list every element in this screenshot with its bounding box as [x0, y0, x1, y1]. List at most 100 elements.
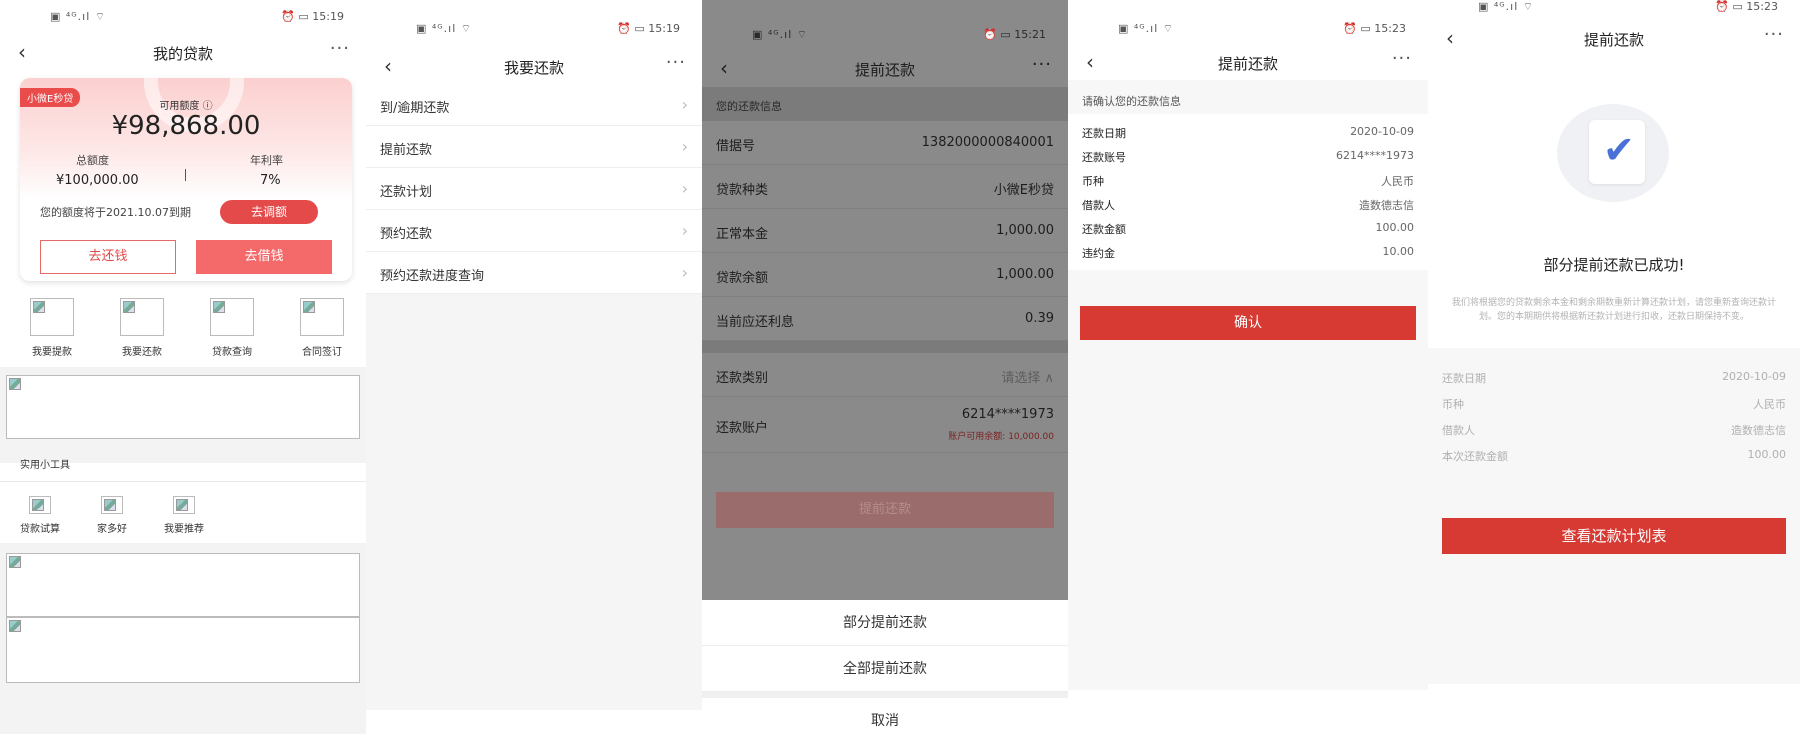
- more-icon[interactable]: ···: [1764, 24, 1784, 45]
- broken-image-icon: [29, 496, 51, 514]
- success-description: 我们将根据您的贷款剩余本金和剩余期数重新计算还款计划，请您重新查询还款计划。您的…: [1451, 298, 1776, 322]
- list-item[interactable]: 到/逾期还款 ›: [366, 84, 702, 126]
- signal-icon: ▣ ⁴ᴳ.ıl ⌔: [1118, 22, 1175, 35]
- status-bar: ▣ ⁴ᴳ.ıl ⌔ ⏰ ▭ 15:21: [702, 22, 1068, 46]
- bottom-strip: [366, 710, 702, 734]
- chevron-right-icon: ›: [681, 137, 688, 156]
- section-title: 您的还款信息: [702, 87, 1068, 121]
- available-label: 可用额度 ⓘ: [159, 101, 213, 112]
- banner-image[interactable]: [6, 375, 360, 439]
- sheet-option-partial[interactable]: 部分提前还款: [702, 600, 1068, 646]
- quick-actions: 我要提款 我要还款 贷款查询 合同签订: [0, 298, 366, 358]
- repay-menu-list: 到/逾期还款 › 提前还款 › 还款计划 › 预约还款 › 预约还款进度查询 ›: [366, 84, 702, 294]
- view-repay-plan-button[interactable]: 查看还款计划表: [1442, 518, 1786, 554]
- broken-image-icon: [210, 298, 254, 336]
- info-row: 贷款余额 1,000.00: [702, 253, 1068, 297]
- confirm-button[interactable]: 确认: [1080, 306, 1416, 340]
- page-title: 我的贷款: [152, 45, 213, 63]
- chevron-right-icon: ›: [681, 221, 688, 240]
- expiry-text: 您的额度将于2021.10.07到期: [40, 206, 191, 219]
- chevron-right-icon: ›: [681, 179, 688, 198]
- info-row: 币种 人民币: [1442, 398, 1786, 411]
- broken-image-icon: [7, 618, 23, 634]
- more-icon[interactable]: ···: [1392, 48, 1412, 69]
- divider: [702, 341, 1068, 353]
- tool-recommend[interactable]: 我要推荐: [154, 496, 214, 535]
- navbar: ‹ 我要还款 ···: [366, 48, 702, 84]
- quick-action-withdraw[interactable]: 我要提款: [12, 298, 92, 358]
- result-info: 还款日期 2020-10-09 币种 人民币 借款人 造数德志信 本次还款金额 100.…: [1428, 364, 1800, 468]
- more-icon[interactable]: ···: [330, 38, 350, 59]
- quick-action-contract[interactable]: 合同签订: [282, 298, 362, 358]
- status-time: ⏰ ▭ 15:23: [1343, 22, 1406, 35]
- list-item[interactable]: 预约还款 ›: [366, 210, 702, 252]
- adjust-limit-button[interactable]: 去调额: [220, 200, 318, 224]
- page-title: 我要还款: [503, 59, 564, 77]
- page-title: 提前还款: [1217, 55, 1278, 73]
- chevron-up-icon: ∧: [1044, 371, 1054, 386]
- screen-my-loan: ▣ ⁴ᴳ.ıl ⌔ ⏰ ▭ 15:19 ‹ 我的贷款 ··· 小微E秒贷 可用额…: [0, 0, 366, 734]
- repay-type-select[interactable]: 还款类别 请选择 ∧: [702, 353, 1068, 397]
- info-row: 借款人 造数德志信: [1442, 424, 1786, 437]
- broken-image-icon: [7, 376, 23, 392]
- screen-early-repay-form: ▣ ⁴ᴳ.ıl ⌔ ⏰ ▭ 15:21 ‹ 提前还款 ··· 您的还款信息 借据…: [702, 0, 1068, 734]
- info-row: 贷款种类 小微E秒贷: [702, 165, 1068, 209]
- quick-action-repay[interactable]: 我要还款: [102, 298, 182, 358]
- banner-image[interactable]: [6, 553, 360, 617]
- status-bar: ▣ ⁴ᴳ.ıl ⌔ ⏰ ▭ 15:23: [1068, 0, 1428, 44]
- early-repay-submit-button[interactable]: 提前还款: [716, 492, 1054, 528]
- divider: [0, 481, 366, 482]
- signal-icon: ▣ ⁴ᴳ.ıl ⌔: [50, 10, 107, 23]
- signal-icon: ▣ ⁴ᴳ.ıl ⌔: [1478, 0, 1535, 13]
- divider: [185, 169, 186, 181]
- info-row: 还款账号 6214****1973: [1082, 149, 1414, 164]
- navbar: ‹ 提前还款 ···: [1428, 20, 1800, 56]
- available-amount: ¥98,868.00: [111, 111, 261, 141]
- list-item[interactable]: 预约还款进度查询 ›: [366, 252, 702, 294]
- info-row: 还款金额 100.00: [1082, 221, 1414, 236]
- repay-account-row[interactable]: 还款账户 6214****1973 账户可用余额: 10,000.00: [702, 397, 1068, 453]
- quick-action-loan-query[interactable]: 贷款查询: [192, 298, 272, 358]
- sheet-option-full[interactable]: 全部提前还款: [702, 646, 1068, 692]
- confirm-info: 还款日期 2020-10-09 还款账号 6214****1973 币种 人民币 借款…: [1068, 114, 1428, 270]
- status-bar: ▣ ⁴ᴳ.ıl ⌔ ⏰ ▭ 15:23: [1428, 0, 1800, 18]
- success-illustration: ✔: [1557, 104, 1669, 202]
- navbar: ‹ 提前还款 ···: [1068, 44, 1428, 80]
- tool-jiaduohao[interactable]: 家多好: [82, 496, 142, 535]
- broken-image-icon: [7, 554, 23, 570]
- screen-confirm-repay: ▣ ⁴ᴳ.ıl ⌔ ⏰ ▭ 15:23 ‹ 提前还款 ··· 请确认您的还款信息…: [1068, 0, 1428, 734]
- navbar: ‹ 提前还款 ···: [702, 50, 1068, 86]
- tools-title: 实用小工具: [20, 460, 70, 471]
- action-sheet: 部分提前还款 全部提前还款 取消: [702, 600, 1068, 734]
- list-item[interactable]: 还款计划 ›: [366, 168, 702, 210]
- info-row: 违约金 10.00: [1082, 245, 1414, 260]
- sheet-cancel-button[interactable]: 取消: [702, 698, 1068, 734]
- repay-info: 借据号 1382000000840001 贷款种类 小微E秒贷 正常本金 1,000.…: [702, 121, 1068, 453]
- screen-repay-menu: ▣ ⁴ᴳ.ıl ⌔ ⏰ ▭ 15:19 ‹ 我要还款 ··· 到/逾期还款 › 提…: [366, 0, 702, 734]
- broken-image-icon: [120, 298, 164, 336]
- signal-icon: ▣ ⁴ᴳ.ıl ⌔: [416, 22, 473, 35]
- banner-image[interactable]: [6, 617, 360, 683]
- list-item[interactable]: 提前还款 ›: [366, 126, 702, 168]
- status-time: ⏰ ▭ 15:19: [281, 10, 344, 23]
- account-balance: 账户可用余额: 10,000.00: [948, 432, 1054, 442]
- status-time: ⏰ ▭ 15:23: [1715, 0, 1778, 13]
- page-title: 提前还款: [1583, 31, 1644, 49]
- info-row: 还款日期 2020-10-09: [1082, 125, 1414, 140]
- more-icon[interactable]: ···: [666, 52, 686, 73]
- tool-loan-calculator[interactable]: 贷款试算: [10, 496, 70, 535]
- status-time: ⏰ ▭ 15:19: [617, 22, 680, 35]
- chevron-right-icon: ›: [681, 263, 688, 282]
- broken-image-icon: [173, 496, 195, 514]
- info-row: 正常本金 1,000.00: [702, 209, 1068, 253]
- total-limit-label: 总额度: [76, 154, 109, 167]
- signal-icon: ▣ ⁴ᴳ.ıl ⌔: [752, 28, 809, 41]
- repay-button[interactable]: 去还钱: [40, 240, 176, 274]
- rate-label: 年利率: [250, 154, 283, 167]
- info-row: 币种 人民币: [1082, 175, 1414, 188]
- success-title: 部分提前还款已成功!: [1543, 256, 1685, 274]
- borrow-button[interactable]: 去借钱: [196, 240, 332, 274]
- success-panel: ✔ 部分提前还款已成功! 我们将根据您的贷款剩余本金和剩余期数重新计算还款计划，…: [1428, 58, 1800, 348]
- more-icon[interactable]: ···: [1032, 54, 1052, 75]
- broken-image-icon: [300, 298, 344, 336]
